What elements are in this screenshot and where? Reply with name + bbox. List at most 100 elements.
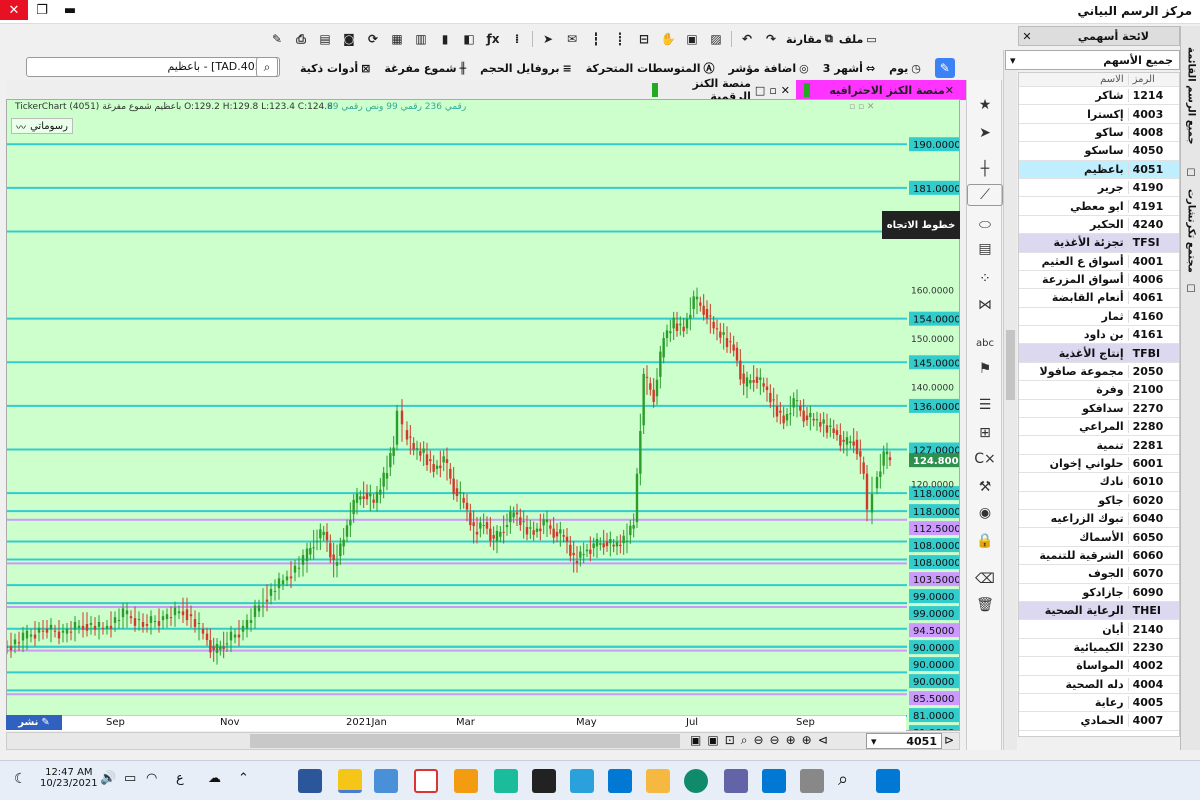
interval-day-button[interactable]: يوم ◷ xyxy=(889,62,921,75)
table-icon[interactable]: ▦ xyxy=(388,30,406,48)
compare-button[interactable]: مقارنة ⧉ xyxy=(786,32,833,46)
search-icon[interactable]: ⌕ xyxy=(256,57,278,77)
watchlist-row[interactable]: أسواق ع العثيم 4001 xyxy=(1019,253,1179,271)
watchlist-row[interactable]: إكسترا 4003 xyxy=(1019,105,1179,124)
eraser-icon[interactable]: ⌫ xyxy=(967,568,1003,590)
vertical-scrollbar[interactable] xyxy=(1003,50,1017,750)
watchlist-row[interactable]: ثمار 4160 xyxy=(1019,308,1179,327)
start-icon[interactable] xyxy=(876,769,900,793)
watchlist-row[interactable]: جرير 4190 xyxy=(1019,179,1179,198)
brush-icon[interactable]: ⚒ xyxy=(967,476,1003,498)
watchlist-row[interactable]: تبوك الزراعيه 6040 xyxy=(1019,510,1179,529)
camera-icon[interactable]: ◙ xyxy=(340,30,358,48)
zoom-out2-icon[interactable]: ⊖ xyxy=(770,733,780,748)
moon-icon[interactable]: ☾ xyxy=(14,771,27,787)
hollow-candles-button[interactable]: شموع مفرغة ╫ xyxy=(384,62,466,75)
watchlist-row[interactable]: أنعام القابضة 4061 xyxy=(1019,289,1179,308)
text-icon[interactable]: abc xyxy=(967,332,1003,354)
edge-icon[interactable] xyxy=(684,769,708,793)
watchlist-row[interactable]: أيان 2140 xyxy=(1019,620,1179,639)
watchlist-row[interactable]: ساسكو 4050 xyxy=(1019,142,1179,161)
moving-averages-button[interactable]: المتوسطات المتحركة Ⓐ xyxy=(586,60,715,76)
zoom-area-icon[interactable]: ⊡ xyxy=(725,733,735,748)
watchlist-row[interactable]: المراعي 2280 xyxy=(1019,418,1179,437)
zoom-in2-icon[interactable]: ⊕ xyxy=(802,733,812,748)
channel-icon[interactable]: ▤ xyxy=(967,238,1003,260)
watchlist-selector[interactable]: جميع الأسهم ▾ xyxy=(1005,50,1180,70)
sector-row[interactable]: الرعاية الصحية THEI xyxy=(1019,601,1179,621)
watchlist-row[interactable]: تنمية 2281 xyxy=(1019,436,1179,455)
chart-app-icon[interactable] xyxy=(454,769,478,793)
add-indicator-button[interactable]: اضافة مؤشر ◎ xyxy=(729,62,809,75)
pencil-icon[interactable]: ✎ xyxy=(934,58,955,78)
side-tab-community[interactable]: مجتمع تكرتشارت xyxy=(1183,186,1199,276)
close-icon[interactable]: ✕ xyxy=(1018,26,1036,46)
chart-window-controls[interactable]: ▫ ▫ ✕ xyxy=(849,102,874,112)
checkbox-icon[interactable]: ☐ xyxy=(1183,166,1199,180)
watchlist-row[interactable]: جازادكو 6090 xyxy=(1019,584,1179,602)
hand-icon[interactable]: ✋ xyxy=(659,30,677,48)
tab-digital-platform[interactable]: منصة الكنز الرقمية □ ▫ ✕ xyxy=(646,77,796,103)
tab-maximize-icon[interactable]: □ xyxy=(755,84,765,97)
dotted-icon[interactable]: ⁞ xyxy=(508,30,526,48)
snap-icon[interactable] xyxy=(762,769,786,793)
zoom-fit-icon[interactable]: ▣ xyxy=(690,733,701,748)
candle-icon[interactable]: ┇ xyxy=(587,30,605,48)
watchlist-row[interactable]: الشرقية للتنمية 6060 xyxy=(1019,547,1179,566)
cloud-icon[interactable]: ☁ xyxy=(208,771,221,786)
word-icon[interactable] xyxy=(298,769,322,793)
store-icon[interactable] xyxy=(608,769,632,793)
watchlist-row[interactable]: باعظيم 4051 xyxy=(1019,160,1179,179)
fx-icon[interactable]: ƒx xyxy=(484,30,502,48)
symbol-search-input[interactable]: [TAD.4051] - باعظيم xyxy=(26,57,280,77)
watchlist-row[interactable]: المواساة 4002 xyxy=(1019,657,1179,676)
watchlist-row[interactable]: الحمادي 4007 xyxy=(1019,712,1179,731)
tickerchart-icon[interactable] xyxy=(338,769,362,793)
watchlist-row[interactable]: الأسماك 6050 xyxy=(1019,528,1179,547)
price-chart[interactable]: 190.0000181.0000172.0000154.0000145.0000… xyxy=(6,99,960,731)
minimize-icon[interactable]: ▬ xyxy=(56,0,84,20)
tab-restore-icon[interactable]: ▫ xyxy=(769,84,776,97)
drawings-panel[interactable]: 〰 رسوماتي xyxy=(11,118,73,134)
folder-icon[interactable] xyxy=(646,769,670,793)
pen-tool-icon[interactable]: ✎ xyxy=(268,30,286,48)
refresh-icon[interactable]: ⟳ xyxy=(364,30,382,48)
flag-icon[interactable]: ⚑ xyxy=(967,358,1003,380)
vscroll-thumb[interactable] xyxy=(1006,330,1015,400)
watchlist-row[interactable]: جاكو 6020 xyxy=(1019,492,1179,510)
list-icon[interactable]: ☰ xyxy=(967,394,1003,416)
zoom-in-icon[interactable]: ⊕ xyxy=(786,733,796,748)
watchlist-row[interactable]: وفرة 2100 xyxy=(1019,381,1179,400)
watchlist-row[interactable]: ساكو 4008 xyxy=(1019,124,1179,143)
watchlist-row[interactable]: الكيميائية 2230 xyxy=(1019,639,1179,658)
publish-button[interactable]: نشر ✎ xyxy=(6,715,62,730)
star-icon[interactable]: ★ xyxy=(967,94,1003,116)
side-tab-lists[interactable]: جميع الرسم القائمة xyxy=(1183,36,1199,156)
grid-icon[interactable]: ▥ xyxy=(412,30,430,48)
print-icon[interactable]: ⎙ xyxy=(292,30,310,48)
tab-close-icon[interactable]: ✕ xyxy=(781,84,790,97)
watchlist-row[interactable]: بن داود 4161 xyxy=(1019,326,1179,345)
period-3-months-button[interactable]: 3 أشهر ⇔ xyxy=(823,62,875,75)
tab-close-icon[interactable]: ✕ xyxy=(945,84,954,97)
watchlist-row[interactable]: رعاية 4005 xyxy=(1019,694,1179,713)
watchlist-row[interactable]: مجموعة صافولا 2050 xyxy=(1019,363,1179,382)
back-icon[interactable]: ⊲ xyxy=(818,733,828,748)
battery-icon[interactable]: ▭ xyxy=(124,771,136,786)
close-icon[interactable]: ✕ xyxy=(0,0,28,20)
zigzag-icon[interactable]: ⋈ xyxy=(967,294,1003,316)
watchlist-row[interactable]: سدافكو 2270 xyxy=(1019,400,1179,419)
watchlist-row[interactable]: الجوف 6070 xyxy=(1019,565,1179,584)
chat-app-icon[interactable] xyxy=(494,769,518,793)
file-menu[interactable]: ملف ▭ xyxy=(839,33,877,46)
clock[interactable]: 12:47 AM 10/23/2021 xyxy=(40,767,98,789)
checkbox-icon[interactable]: ☐ xyxy=(1183,282,1199,296)
dots-icon[interactable]: ⁘ xyxy=(967,268,1003,290)
wifi-icon[interactable]: ◠ xyxy=(146,771,157,786)
zoom-out-icon[interactable]: ⊖ xyxy=(753,733,763,748)
watchlist-row[interactable]: دله الصحية 4004 xyxy=(1019,676,1179,694)
zoom-box-icon[interactable]: ▣ xyxy=(683,30,701,48)
watchlist-row[interactable]: ابو معطي 4191 xyxy=(1019,197,1179,216)
trash-icon[interactable]: 🗑 xyxy=(967,594,1003,616)
speaker-icon[interactable]: 🔊 xyxy=(100,771,116,786)
